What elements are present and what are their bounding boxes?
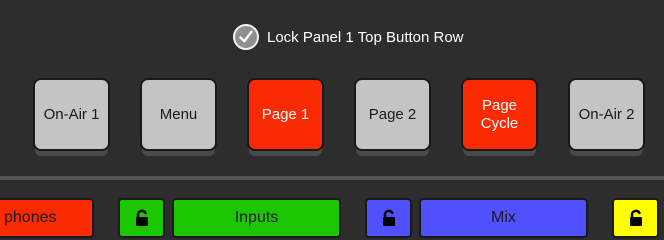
- unlocked-padlock-icon: [382, 209, 395, 226]
- checkmark-icon[interactable]: [233, 24, 259, 50]
- top-button-panel: Lock Panel 1 Top Button Row On-Air 1 Men…: [0, 0, 664, 175]
- on-air-1-button[interactable]: On-Air 1: [33, 78, 110, 151]
- phones-button[interactable]: phones: [0, 198, 94, 238]
- menu-button[interactable]: Menu: [140, 78, 217, 151]
- inputs-lock-button[interactable]: [118, 198, 165, 238]
- mix-lock-button[interactable]: [365, 198, 412, 238]
- inputs-button[interactable]: Inputs: [172, 198, 341, 238]
- unlocked-padlock-icon: [135, 209, 148, 226]
- lock-option-label: Lock Panel 1 Top Button Row: [267, 28, 464, 46]
- unlocked-padlock-icon: [629, 209, 642, 226]
- yellow-lock-button[interactable]: [612, 198, 659, 238]
- mix-button[interactable]: Mix: [419, 198, 588, 238]
- page-cycle-button[interactable]: Page Cycle: [461, 78, 538, 151]
- page-2-button[interactable]: Page 2: [354, 78, 431, 151]
- bottom-button-row: phones Inputs Mix: [0, 180, 664, 240]
- on-air-2-button[interactable]: On-Air 2: [568, 78, 645, 151]
- page-1-button[interactable]: Page 1: [247, 78, 324, 151]
- lock-top-row-option[interactable]: Lock Panel 1 Top Button Row: [233, 24, 464, 50]
